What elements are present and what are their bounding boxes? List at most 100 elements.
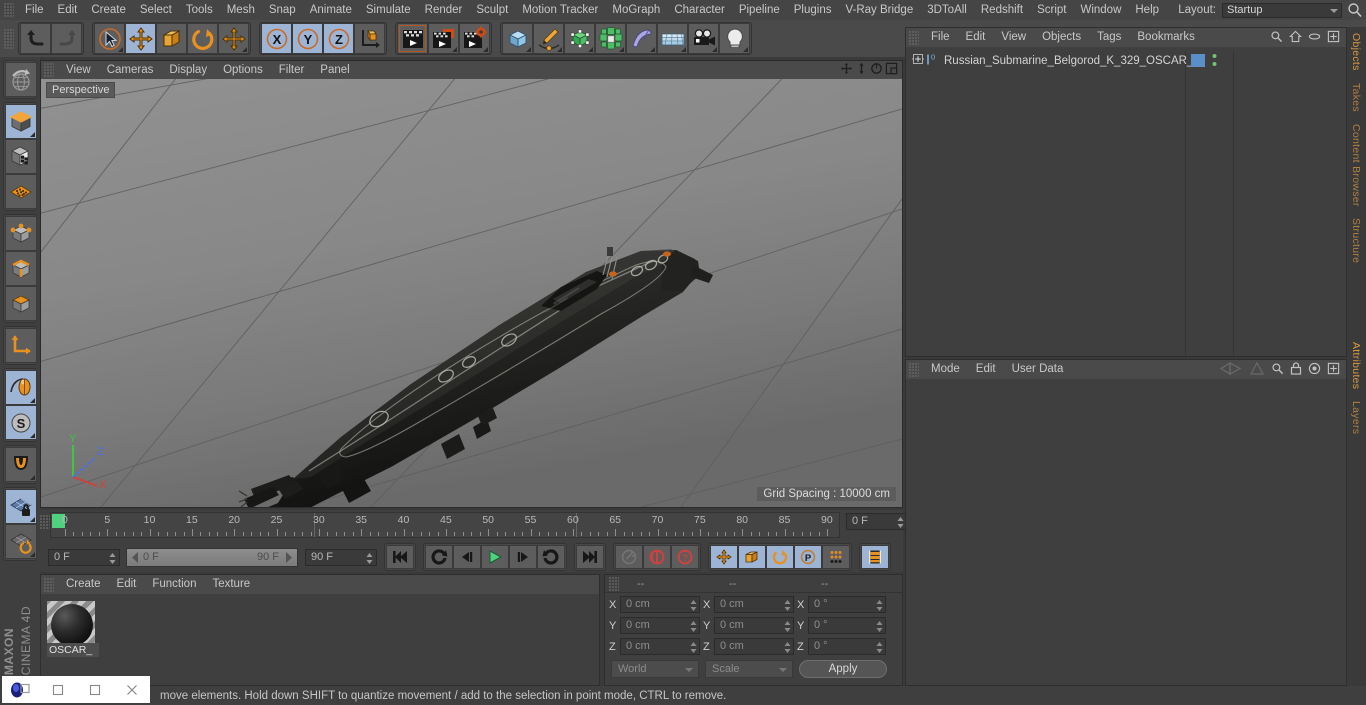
toolbar-drag-handle[interactable] bbox=[4, 28, 14, 49]
menu-item-vray-bridge[interactable]: V-Ray Bridge bbox=[838, 0, 920, 20]
object-menu-tags[interactable]: Tags bbox=[1089, 28, 1129, 47]
viewport-drag-handle[interactable] bbox=[44, 63, 54, 77]
menu-item-file[interactable]: File bbox=[18, 0, 51, 20]
axis-y-icon[interactable]: Y bbox=[292, 23, 323, 54]
menu-item-plugins[interactable]: Plugins bbox=[787, 0, 839, 20]
object-menu-objects[interactable]: Objects bbox=[1034, 28, 1089, 47]
dock-tab-objects[interactable]: Objects bbox=[1347, 27, 1365, 77]
object-name-label[interactable]: Russian_Submarine_Belgorod_K_329_OSCAR_I… bbox=[944, 55, 1200, 67]
scene-floor-icon[interactable] bbox=[657, 23, 688, 54]
range-right-arrow-icon[interactable] bbox=[284, 551, 293, 567]
record-pla-icon[interactable]: P bbox=[794, 545, 822, 569]
attribute-manager-drag-handle[interactable] bbox=[909, 362, 919, 377]
ellipse-icon[interactable] bbox=[1308, 30, 1321, 46]
object-menu-view[interactable]: View bbox=[993, 28, 1034, 47]
menu-item-mesh[interactable]: Mesh bbox=[220, 0, 262, 20]
coord-position-x-input[interactable]: 0 cm bbox=[620, 596, 700, 613]
play-icon[interactable] bbox=[481, 545, 509, 569]
soft-selection-icon[interactable]: S bbox=[5, 405, 37, 440]
render-view-icon[interactable] bbox=[397, 23, 428, 54]
point-mode-icon[interactable] bbox=[5, 216, 37, 251]
search-icon[interactable] bbox=[1270, 30, 1283, 46]
material-swatch[interactable] bbox=[47, 601, 95, 649]
axis-x-icon[interactable]: X bbox=[261, 23, 292, 54]
menu-item-tools[interactable]: Tools bbox=[179, 0, 220, 20]
coord-size-x-input[interactable]: 0 cm bbox=[714, 596, 794, 613]
timeline-ruler[interactable]: 0 5 10 15 20 25 30 35 40 45 50 55 60 65 70 75 80 85 90 bbox=[50, 512, 840, 538]
menu-drag-handle[interactable] bbox=[4, 3, 14, 17]
end-frame-field[interactable]: 90 F bbox=[305, 548, 377, 566]
redo-icon[interactable] bbox=[51, 23, 82, 54]
menu-item-3dtoall[interactable]: 3DToAll bbox=[920, 0, 974, 20]
object-menu-edit[interactable]: Edit bbox=[958, 28, 994, 47]
menu-item-create[interactable]: Create bbox=[84, 0, 133, 20]
viewport-camera-label[interactable]: Perspective bbox=[46, 82, 116, 98]
stepper-icon[interactable] bbox=[784, 600, 791, 611]
maximize-icon[interactable] bbox=[76, 676, 113, 703]
coord-position-z-input[interactable]: 0 cm bbox=[620, 638, 700, 655]
dock-tab-structure[interactable]: Structure bbox=[1347, 212, 1365, 269]
record-key-icon[interactable] bbox=[615, 545, 643, 569]
workplane-lock-icon[interactable] bbox=[5, 489, 37, 524]
menu-item-render[interactable]: Render bbox=[418, 0, 470, 20]
apply-button[interactable]: Apply bbox=[799, 660, 887, 678]
attribute-menu-user-data[interactable]: User Data bbox=[1004, 360, 1072, 379]
search-icon[interactable] bbox=[1346, 1, 1364, 19]
axis-z-icon[interactable]: Z bbox=[323, 23, 354, 54]
step-forward-icon[interactable] bbox=[509, 545, 537, 569]
record-scale-icon[interactable] bbox=[738, 545, 766, 569]
size-mode-dropdown[interactable]: Scale bbox=[705, 660, 793, 678]
generator-icon[interactable] bbox=[564, 23, 595, 54]
timeline-range-slider[interactable]: 0 F 90 F bbox=[126, 547, 298, 567]
material-menu-create[interactable]: Create bbox=[58, 575, 109, 594]
object-tree-row[interactable]: 0 Russian_Submarine_Belgorod_K_329_OSCAR… bbox=[906, 52, 1346, 69]
mograph-cloner-icon[interactable] bbox=[595, 23, 626, 54]
material-drag-handle[interactable] bbox=[44, 577, 54, 592]
material-menu-function[interactable]: Function bbox=[144, 575, 204, 594]
menu-item-mograph[interactable]: MoGraph bbox=[605, 0, 667, 20]
autokey-icon[interactable] bbox=[643, 545, 671, 569]
stepper-icon[interactable] bbox=[366, 552, 373, 564]
deformer-icon[interactable] bbox=[626, 23, 657, 54]
object-menu-bookmarks[interactable]: Bookmarks bbox=[1129, 28, 1203, 47]
menu-item-edit[interactable]: Edit bbox=[51, 0, 85, 20]
render-settings-icon[interactable] bbox=[459, 23, 490, 54]
viewport-lock-icon[interactable] bbox=[5, 370, 37, 405]
undo-icon[interactable] bbox=[20, 23, 51, 54]
step-back-icon[interactable] bbox=[453, 545, 481, 569]
key-help-icon[interactable]: ? bbox=[671, 545, 699, 569]
edge-mode-icon[interactable] bbox=[5, 251, 37, 286]
dock-tab-attributes[interactable]: Attributes bbox=[1347, 336, 1365, 395]
stepper-icon[interactable] bbox=[876, 642, 883, 653]
pan-view-icon[interactable] bbox=[840, 62, 853, 78]
go-to-start-icon[interactable] bbox=[386, 545, 414, 569]
timeline-view-icon[interactable] bbox=[861, 545, 889, 569]
dock-tab-takes[interactable]: Takes bbox=[1347, 77, 1365, 118]
stepper-icon[interactable] bbox=[876, 600, 883, 611]
axis-modify-icon[interactable] bbox=[5, 328, 37, 363]
coordinate-system-dropdown[interactable]: World bbox=[611, 660, 699, 678]
dock-tab-content-browser[interactable]: Content Browser bbox=[1347, 118, 1365, 213]
timeline-current-frame-field[interactable]: 0 F bbox=[846, 513, 908, 530]
move-icon[interactable] bbox=[125, 23, 156, 54]
lock-icon[interactable] bbox=[1290, 361, 1302, 378]
plus-box-icon[interactable] bbox=[1327, 362, 1340, 378]
object-manager-drag-handle[interactable] bbox=[909, 30, 919, 45]
search-icon[interactable] bbox=[1271, 362, 1284, 378]
dolly-view-icon[interactable] bbox=[855, 62, 868, 78]
viewport-menu-panel[interactable]: Panel bbox=[312, 61, 357, 79]
viewport-solo-icon[interactable] bbox=[5, 139, 37, 174]
viewport-menu-view[interactable]: View bbox=[58, 61, 99, 79]
menu-item-pipeline[interactable]: Pipeline bbox=[732, 0, 787, 20]
coordinates-drag-handle[interactable] bbox=[609, 576, 619, 591]
history-forward-icon[interactable] bbox=[1249, 361, 1265, 378]
magnet-icon[interactable] bbox=[5, 447, 37, 482]
material-menu-texture[interactable]: Texture bbox=[204, 575, 258, 594]
keyframe-selection-icon[interactable] bbox=[822, 545, 850, 569]
enable-axis-icon[interactable] bbox=[5, 174, 37, 209]
attribute-menu-edit[interactable]: Edit bbox=[968, 360, 1004, 379]
previous-key-icon[interactable] bbox=[425, 545, 453, 569]
orbit-view-icon[interactable] bbox=[870, 62, 883, 78]
menu-item-help[interactable]: Help bbox=[1128, 0, 1166, 20]
target-icon[interactable] bbox=[1308, 362, 1321, 378]
